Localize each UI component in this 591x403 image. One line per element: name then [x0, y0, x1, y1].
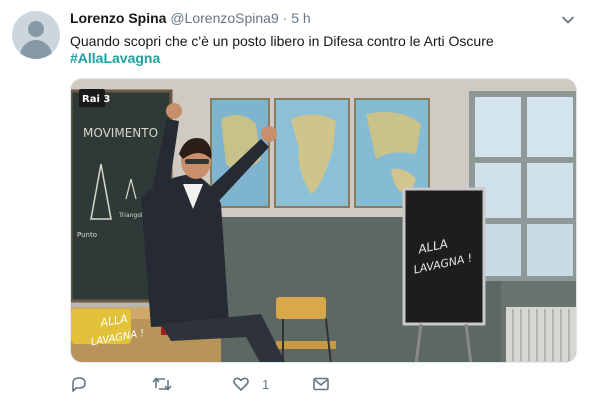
chalkboard-text: MOVIMENTO [83, 126, 158, 140]
tweet-text: Quando scopri che c'è un posto libero in… [70, 33, 494, 49]
channel-logo: Rai 3 [82, 94, 110, 105]
chalkboard-small-text-1: Punto [77, 231, 97, 239]
like-count: 1 [262, 376, 270, 392]
direct-message-button[interactable] [312, 375, 330, 393]
envelope-icon [313, 377, 329, 391]
tweet-image[interactable]: MOVIMENTO Punto Triangolo Rai 3 ALLA LAV… [70, 78, 577, 363]
like-button[interactable]: 1 [232, 375, 269, 393]
tweet-time[interactable]: 5 h [291, 10, 310, 26]
hashtag-link[interactable]: #AllaLavagna [70, 50, 160, 66]
tv-scene-image: MOVIMENTO Punto Triangolo Rai 3 ALLA LAV… [71, 79, 576, 362]
avatar-head-shape [28, 21, 44, 37]
author-name[interactable]: Lorenzo Spina [70, 10, 166, 26]
tweet-card[interactable]: Lorenzo Spina @LorenzoSpina9 · 5 h Quand… [0, 0, 591, 403]
tweet-actions: 1 [70, 375, 550, 397]
avatar-body-shape [20, 40, 52, 59]
reply-button[interactable] [70, 375, 88, 393]
author-handle[interactable]: @LorenzoSpina9 [170, 10, 278, 26]
retweet-icon [152, 377, 172, 391]
separator-dot: · [282, 10, 288, 26]
heart-icon [233, 377, 249, 391]
chevron-down-icon[interactable] [560, 12, 576, 28]
reply-icon [72, 377, 86, 392]
avatar[interactable] [12, 11, 60, 59]
retweet-button[interactable] [152, 375, 172, 393]
tweet-header: Lorenzo Spina @LorenzoSpina9 · 5 h [70, 10, 311, 26]
